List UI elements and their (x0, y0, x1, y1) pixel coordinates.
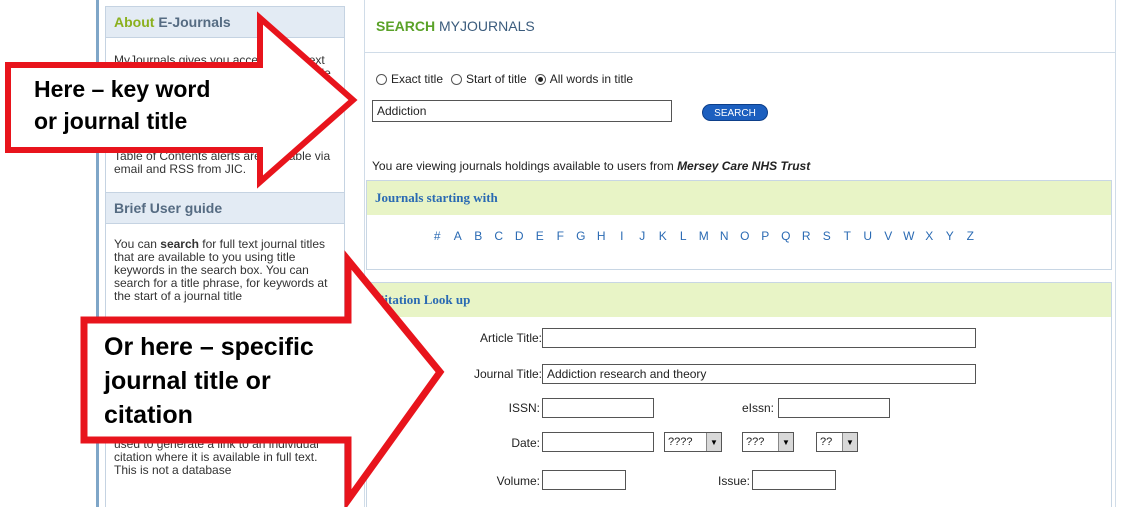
callout-bottom-line2: journal title or (104, 367, 271, 395)
callout-text-bottom: Or here – specific journal title or cita… (104, 330, 314, 432)
callout-text-top: Here – key word or journal title (34, 73, 210, 137)
callout-top-line2: or journal title (34, 108, 188, 134)
callout-top-line1: Here – key word (34, 76, 211, 102)
callout-bottom-line3: citation (104, 401, 193, 429)
callout-bottom-line1: Or here – specific (104, 333, 314, 361)
